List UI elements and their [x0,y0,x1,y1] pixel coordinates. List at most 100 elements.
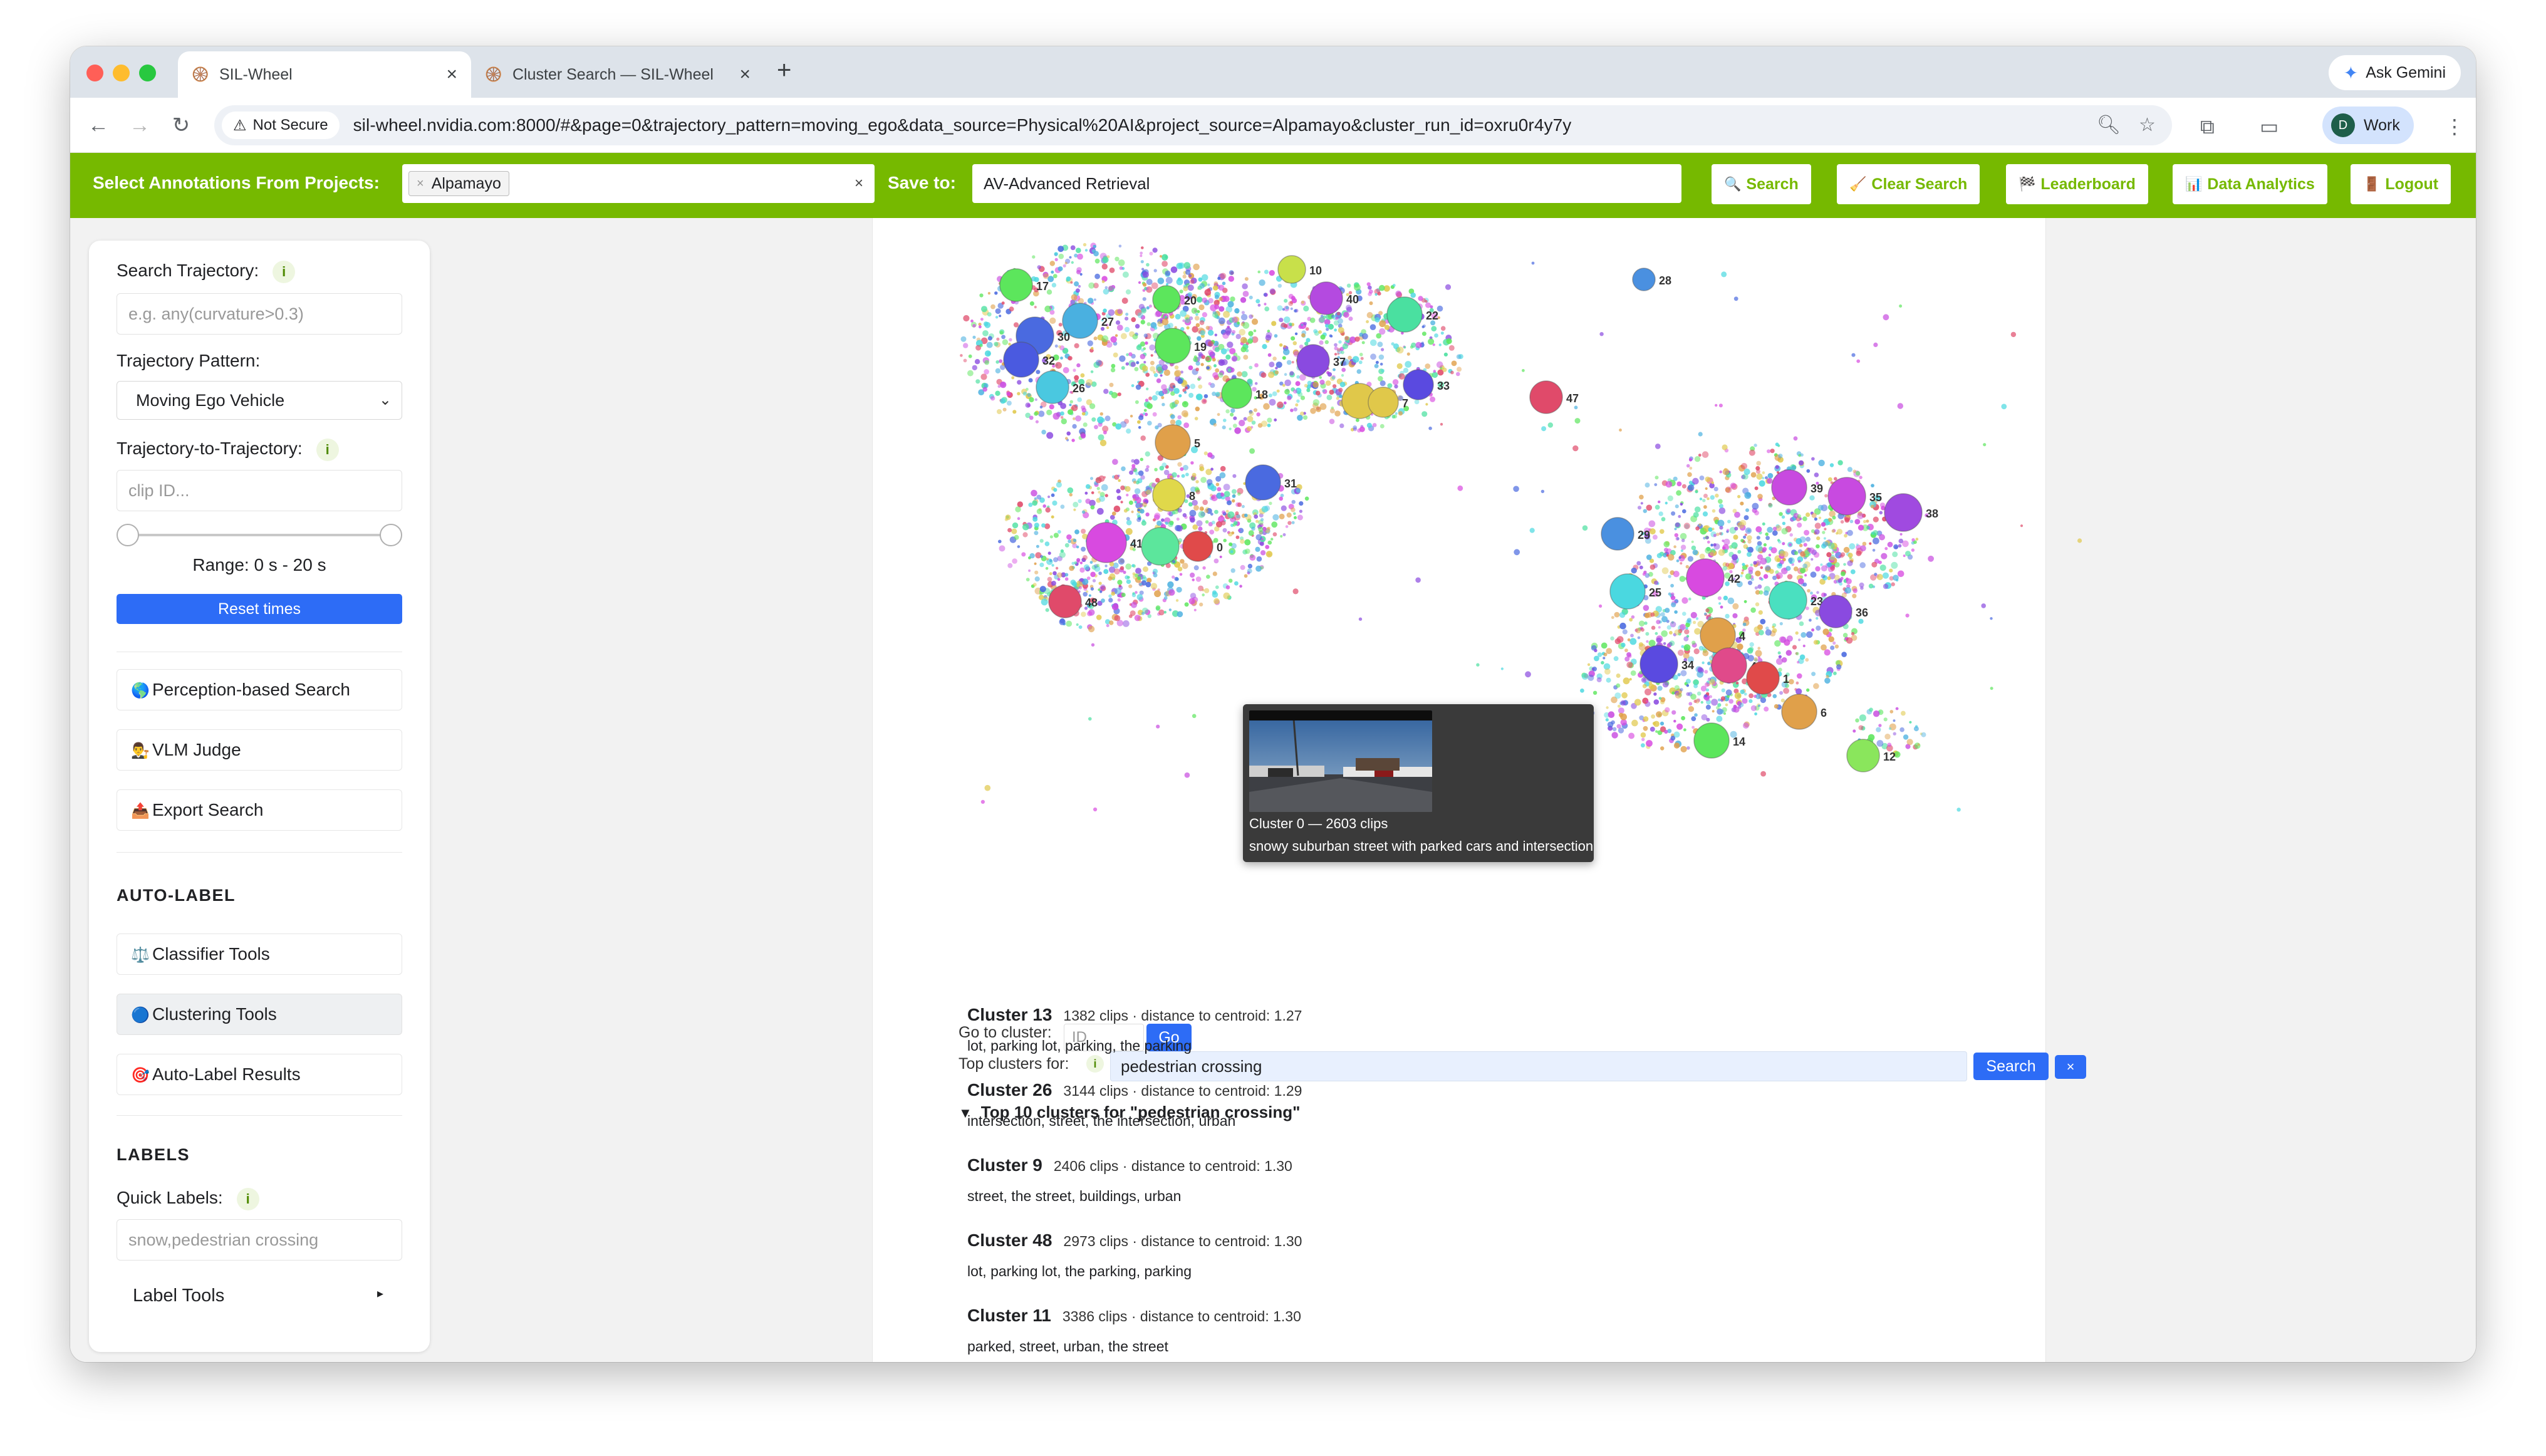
url-text[interactable]: sil-wheel.nvidia.com:8000/#&page=0&traje… [353,115,1572,135]
save-to-input[interactable]: AV-Advanced Retrieval [972,164,1681,203]
cluster-bubble[interactable] [1529,380,1563,414]
cluster-bubble[interactable] [1221,378,1252,409]
cluster-result-item[interactable]: Cluster 26 3144 clips · distance to centr… [967,1080,1719,1130]
cluster-bubble[interactable] [1245,464,1281,501]
label-tools-toggle[interactable]: Label Tools ▸ [133,1286,383,1306]
cluster-result-name[interactable]: Cluster 9 [967,1155,1042,1175]
cluster-search-button[interactable]: Search [1973,1053,2049,1080]
cluster-centroid-31[interactable]: 31 [1245,464,1297,501]
quick-labels-input[interactable]: snow,pedestrian crossing [117,1219,402,1261]
cluster-result-item[interactable]: Cluster 11 3386 clips · distance to centr… [967,1306,1719,1355]
cluster-bubble[interactable] [1746,661,1780,695]
tab-sil-wheel[interactable]: 🛞 SIL-Wheel × [178,51,471,98]
cluster-bubble[interactable] [1771,469,1807,506]
info-icon[interactable]: i [1086,1055,1104,1073]
minimize-window-icon[interactable] [113,65,130,81]
auto-label-results-button[interactable]: 🎯 Auto-Label Results [117,1054,402,1095]
cluster-bubble[interactable] [1601,517,1634,551]
project-select[interactable]: × Alpamayo × [402,164,875,203]
cluster-centroid-38[interactable]: 38 [1884,493,1938,532]
address-bar[interactable]: ⚠ Not Secure sil-wheel.nvidia.com:8000/#… [214,105,2172,145]
cluster-result-name[interactable]: Cluster 48 [967,1230,1052,1250]
clear-projects-icon[interactable]: × [855,175,863,192]
cluster-bubble[interactable] [1686,558,1725,597]
cluster-bubble[interactable] [1632,268,1656,291]
cluster-centroid-10[interactable]: 10 [1277,255,1322,284]
cluster-centroid-0[interactable]: 0 [1182,531,1223,562]
clear-query-button[interactable]: × [2055,1055,2086,1079]
cluster-bubble[interactable] [1693,722,1730,759]
cluster-centroid-47[interactable]: 47 [1529,380,1579,414]
ask-gemini-button[interactable]: ✦ Ask Gemini [2328,55,2461,90]
cluster-bubble[interactable] [1182,531,1213,562]
bookmark-star-icon[interactable]: ☆ [2139,113,2156,138]
zoom-icon[interactable]: 🔍︎ [2097,113,2121,138]
clustering-tools-button[interactable]: 🔵 Clustering Tools [117,994,402,1035]
cluster-bubble[interactable] [1296,344,1330,378]
security-chip[interactable]: ⚠ Not Secure [222,112,340,139]
cluster-bubble[interactable] [1769,581,1807,620]
cluster-bubble[interactable] [1141,527,1180,566]
forward-arrow-icon[interactable]: → [126,112,153,139]
cluster-centroid-28[interactable]: 28 [1632,268,1671,291]
leaderboard-button[interactable]: 🏁 Leaderboard [2006,164,2148,204]
cluster-centroid-6[interactable]: 6 [1781,694,1827,730]
cluster-bubble[interactable] [999,268,1033,302]
cluster-result-item[interactable]: Cluster 9 2406 clips · distance to centro… [967,1155,1719,1205]
cluster-bubble[interactable] [1309,281,1343,315]
cluster-bubble[interactable] [1827,477,1866,516]
cluster-bubble[interactable] [1086,522,1127,563]
cluster-bubble[interactable] [1368,387,1399,418]
cluster-centroid-23[interactable]: 23 [1769,581,1823,620]
cluster-bubble[interactable] [1048,585,1082,618]
cluster-centroid-14[interactable]: 14 [1693,722,1745,759]
cluster-bubble[interactable] [1152,285,1181,314]
new-tab-button[interactable]: + [777,58,791,83]
top-clusters-query-input[interactable]: pedestrian crossing [1110,1051,1967,1081]
cluster-bubble[interactable] [1386,296,1423,333]
cluster-centroid-8[interactable]: 8 [1152,478,1195,512]
close-tab-icon[interactable]: × [739,64,751,85]
cluster-result-item[interactable]: Cluster 13 1382 clips · distance to centr… [967,1005,1719,1054]
close-tab-icon[interactable]: × [446,64,457,85]
cluster-centroid-1[interactable]: 1 [1746,661,1789,695]
cluster-bubble[interactable] [1846,739,1880,772]
cluster-centroid-27[interactable]: 27 [1062,303,1114,339]
profile-button[interactable]: D Work [2322,107,2414,144]
cluster-bubble[interactable] [1884,493,1923,532]
logout-button[interactable]: 🚪 Logout [2351,164,2451,204]
cluster-bubble[interactable] [1277,255,1306,284]
search-button[interactable]: 🔍 Search [1712,164,1811,204]
back-arrow-icon[interactable]: ← [85,112,112,139]
cluster-centroid-41[interactable]: 41 [1086,522,1143,563]
cluster-bubble[interactable] [1403,369,1434,400]
cluster-bubble[interactable] [1819,595,1852,628]
project-chip[interactable]: × Alpamayo [408,171,509,196]
cluster-result-name[interactable]: Cluster 26 [967,1080,1052,1100]
cluster-result-name[interactable]: Cluster 13 [967,1005,1052,1024]
cluster-bubble[interactable] [1639,645,1678,684]
cluster-centroid-22[interactable]: 22 [1386,296,1438,333]
more-menu-icon[interactable]: ⋮ [2445,114,2465,139]
maximize-window-icon[interactable] [139,65,156,81]
cluster-centroid-5[interactable]: 5 [1155,424,1200,460]
cluster-centroid-18[interactable]: 18 [1221,378,1268,409]
cluster-bubble[interactable] [1155,328,1191,364]
remove-chip-icon[interactable]: × [417,177,424,191]
cluster-centroid-17[interactable]: 17 [999,268,1049,302]
extensions-puzzle-icon[interactable]: ⧉ [2200,114,2215,139]
cluster-bubble[interactable] [1781,694,1817,730]
cluster-bubble[interactable] [1711,647,1747,684]
close-window-icon[interactable] [86,65,103,81]
cluster-result-name[interactable]: Cluster 11 [967,1306,1051,1325]
cluster-bubble[interactable] [1036,370,1069,404]
cast-screen-icon[interactable]: ▭ [2260,114,2278,139]
cluster-bubble[interactable] [1003,341,1039,378]
cluster-bubble[interactable] [1152,478,1186,512]
cluster-result-item[interactable]: Cluster 48 2973 clips · distance to centr… [967,1230,1719,1280]
cluster-centroid-29[interactable]: 29 [1601,517,1650,551]
data-analytics-button[interactable]: 📊 Data Analytics [2173,164,2327,204]
clear-search-button[interactable]: 🧹 Clear Search [1837,164,1980,204]
tab-cluster-search[interactable]: 🛞 Cluster Search — SIL-Wheel × [471,51,764,98]
info-icon[interactable]: i [236,1188,259,1210]
